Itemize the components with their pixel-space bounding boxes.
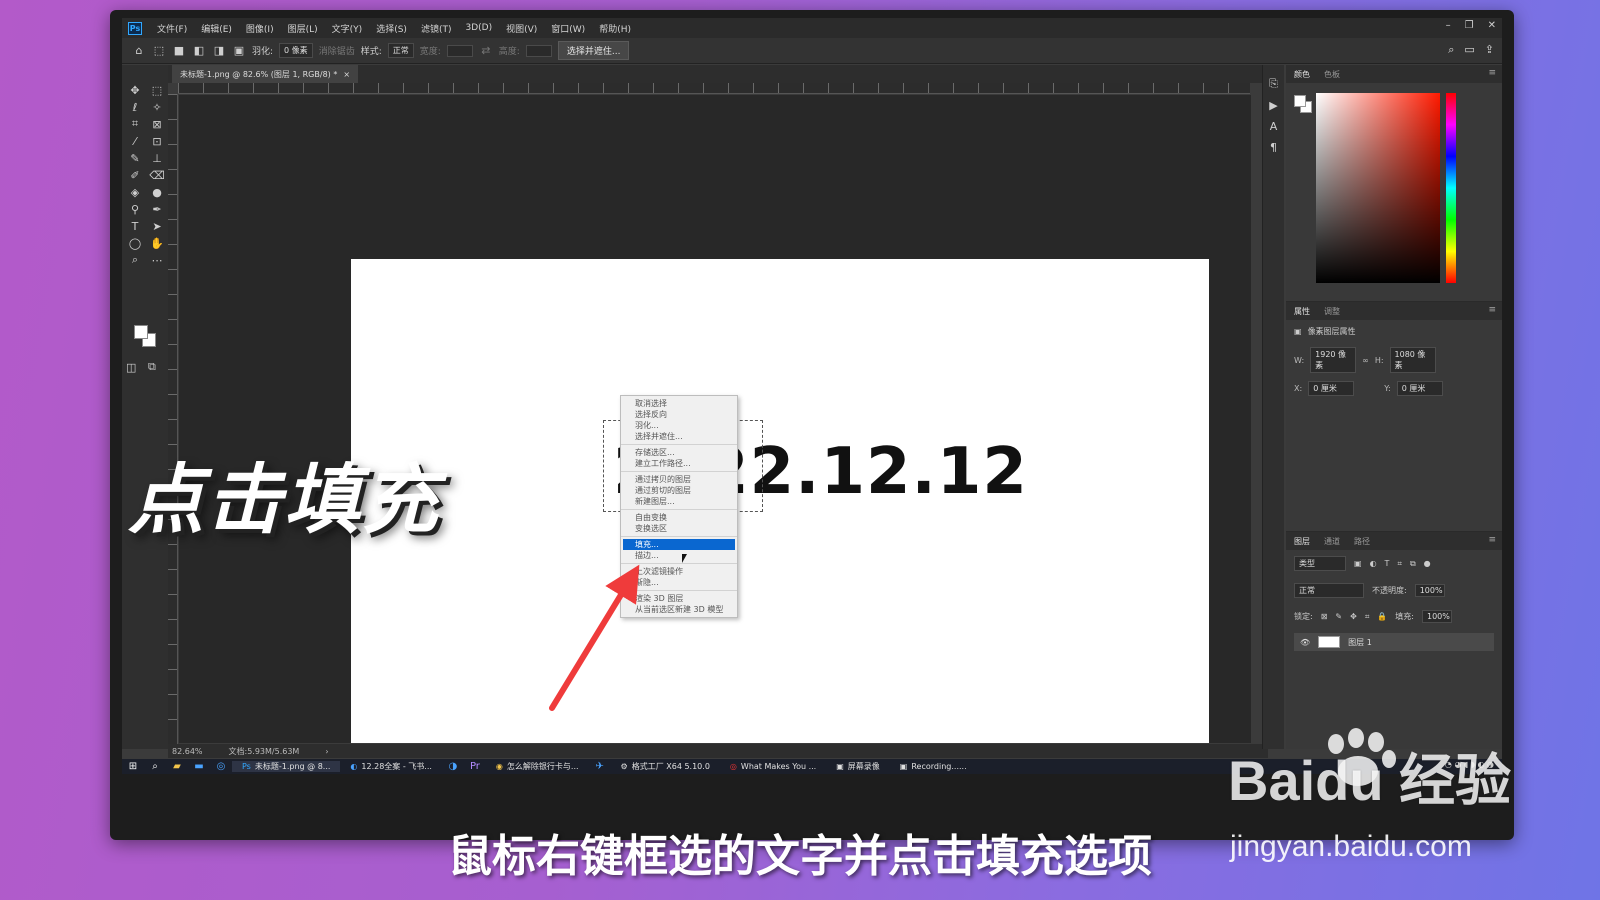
arrow-line	[549, 564, 640, 711]
color-panel-foreground-swatch[interactable]	[1294, 95, 1306, 107]
baidu-watermark: Baidu 经验	[1228, 749, 1512, 812]
overlay-title: 点击填充	[128, 455, 440, 544]
subtitle-caption: 鼠标右键框选的文字并点击填充选项	[448, 831, 1152, 882]
foreground-color-swatch[interactable]	[134, 325, 148, 339]
